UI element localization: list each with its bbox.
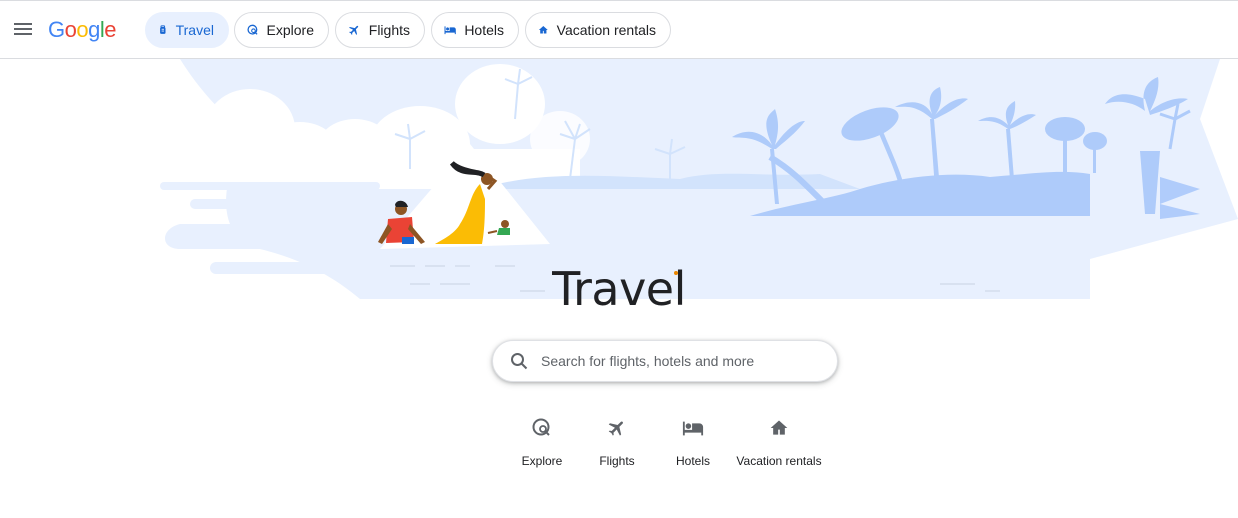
tab-label: Vacation rentals — [556, 22, 656, 38]
title-accent-dot — [674, 271, 678, 275]
tab-label: Flights — [368, 22, 410, 38]
main-menu-button[interactable] — [9, 15, 37, 43]
google-logo[interactable]: Google — [48, 17, 117, 43]
page-title: Travel — [0, 260, 1238, 318]
tab-flights[interactable]: Flights — [335, 12, 425, 48]
top-app-bar: Google Travel Explore Flights Hotels Vac… — [0, 0, 1238, 59]
water-band — [175, 229, 375, 243]
page-title-text: Travel — [552, 262, 686, 316]
house-icon — [538, 26, 548, 34]
water-band — [160, 182, 380, 190]
explore-icon — [247, 24, 258, 35]
quick-link-flights[interactable]: Flights — [593, 416, 641, 468]
luggage-icon — [160, 25, 166, 34]
search-input[interactable] — [541, 353, 821, 369]
search-icon — [509, 351, 529, 371]
quick-link-label: Vacation rentals — [736, 454, 822, 468]
tab-label: Travel — [175, 22, 214, 38]
quick-link-label: Flights — [599, 454, 635, 468]
logo-letter: g — [88, 17, 100, 42]
hotel-icon — [444, 26, 456, 35]
quick-link-hotels[interactable]: Hotels — [669, 416, 717, 468]
explore-icon — [530, 416, 554, 440]
logo-letter: o — [64, 17, 77, 42]
logo-letter: e — [104, 17, 117, 42]
tab-hotels[interactable]: Hotels — [431, 12, 519, 48]
flight-icon — [605, 416, 629, 440]
hotel-icon — [681, 416, 705, 440]
tab-label: Hotels — [464, 22, 504, 38]
quick-link-vacation-rentals[interactable]: Vacation rentals — [736, 416, 822, 468]
cloud-shape — [530, 111, 590, 167]
search-box[interactable] — [492, 340, 838, 382]
house-icon — [767, 416, 791, 440]
quick-link-label: Explore — [521, 454, 563, 468]
logo-letter: o — [76, 17, 89, 42]
quick-link-explore[interactable]: Explore — [518, 416, 566, 468]
tab-travel[interactable]: Travel — [145, 12, 229, 48]
logo-letter: G — [48, 17, 65, 42]
water-band — [190, 199, 370, 209]
tab-label: Explore — [266, 22, 314, 38]
flight-icon — [349, 25, 359, 35]
tab-vacation-rentals[interactable]: Vacation rentals — [525, 12, 671, 48]
hamburger-menu-icon — [14, 23, 32, 35]
quick-link-label: Hotels — [675, 454, 710, 468]
tab-explore[interactable]: Explore — [234, 12, 329, 48]
